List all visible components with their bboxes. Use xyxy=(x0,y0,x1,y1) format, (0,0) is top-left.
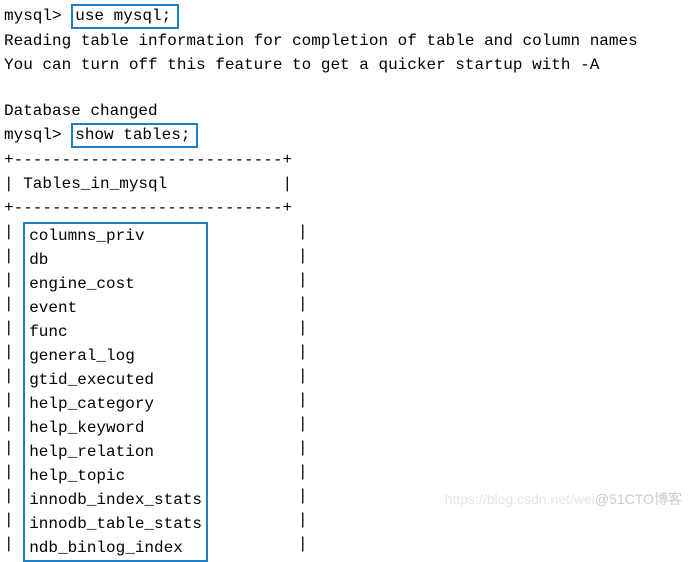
table-value: help_keyword xyxy=(25,416,206,440)
table-pipe: | xyxy=(4,364,23,388)
table-pipe: | xyxy=(4,244,23,268)
table-value: help_topic xyxy=(25,464,206,488)
table-value: func xyxy=(25,320,206,344)
table-value: event xyxy=(25,296,206,320)
mysql-prompt: mysql> xyxy=(4,7,62,25)
table-end-pipe: | xyxy=(208,364,308,388)
table-pipe: | xyxy=(4,268,23,292)
terminal-line-2: mysql> show tables; xyxy=(4,123,690,148)
table-end-pipe: | xyxy=(208,340,308,364)
watermark-url: https://blog.csdn.net/wei xyxy=(445,491,595,507)
table-values-highlighted: columns_priv db engine_cost event func g… xyxy=(23,222,208,562)
terminal-line-1: mysql> use mysql; xyxy=(4,4,690,29)
terminal-output-3: Database changed xyxy=(4,99,690,123)
table-pipe: | xyxy=(4,388,23,412)
table-value: db xyxy=(25,248,206,272)
table-end-pipe: | xyxy=(208,316,308,340)
table-pipe: | xyxy=(4,532,23,556)
mysql-prompt: mysql> xyxy=(4,126,62,144)
table-pipe: | xyxy=(4,316,23,340)
table-end-pipe: | xyxy=(208,532,308,556)
blank-line xyxy=(4,77,690,99)
table-pipe: | xyxy=(4,220,23,244)
table-end-pipe: | xyxy=(208,220,308,244)
watermark-text: @51CTO博客 xyxy=(595,491,682,507)
table-pipe: | xyxy=(4,292,23,316)
table-end-pipe: | xyxy=(208,268,308,292)
table-end-pipe: | xyxy=(208,388,308,412)
table-end-pipe: | xyxy=(208,460,308,484)
table-value: help_relation xyxy=(25,440,206,464)
terminal-output-2: You can turn off this feature to get a q… xyxy=(4,53,690,77)
command-show-tables: show tables; xyxy=(71,123,198,148)
table-pipe: | xyxy=(4,340,23,364)
table-border-mid: +----------------------------+ xyxy=(4,196,690,220)
table-pipe: | xyxy=(4,484,23,508)
terminal-output-1: Reading table information for completion… xyxy=(4,29,690,53)
table-value: columns_priv xyxy=(25,224,206,248)
table-value: engine_cost xyxy=(25,272,206,296)
table-end-pipe: | xyxy=(208,412,308,436)
table-right-pipes: | | | | | | | | | | | | | | xyxy=(208,220,308,562)
table-pipe: | xyxy=(4,436,23,460)
table-end-pipe: | xyxy=(208,484,308,508)
table-end-pipe: | xyxy=(208,292,308,316)
table-end-pipe: | xyxy=(208,436,308,460)
table-value-partial: ndb_binlog_index xyxy=(25,536,206,560)
table-body: | | | | | | | | | | | | | | columns_priv… xyxy=(4,220,690,562)
command-use-mysql: use mysql; xyxy=(71,4,179,29)
table-value: general_log xyxy=(25,344,206,368)
table-pipe: | xyxy=(4,508,23,532)
table-pipe: | xyxy=(4,460,23,484)
table-value: innodb_table_stats xyxy=(25,512,206,536)
table-value: innodb_index_stats xyxy=(25,488,206,512)
table-left-pipes: | | | | | | | | | | | | | | xyxy=(4,220,23,562)
table-pipe: | xyxy=(4,412,23,436)
table-border-top: +----------------------------+ xyxy=(4,148,690,172)
table-value: help_category xyxy=(25,392,206,416)
table-header: | Tables_in_mysql | xyxy=(4,172,690,196)
watermark: https://blog.csdn.net/wei@51CTO博客 xyxy=(445,489,682,510)
table-value: gtid_executed xyxy=(25,368,206,392)
table-end-pipe: | xyxy=(208,508,308,532)
table-end-pipe: | xyxy=(208,244,308,268)
